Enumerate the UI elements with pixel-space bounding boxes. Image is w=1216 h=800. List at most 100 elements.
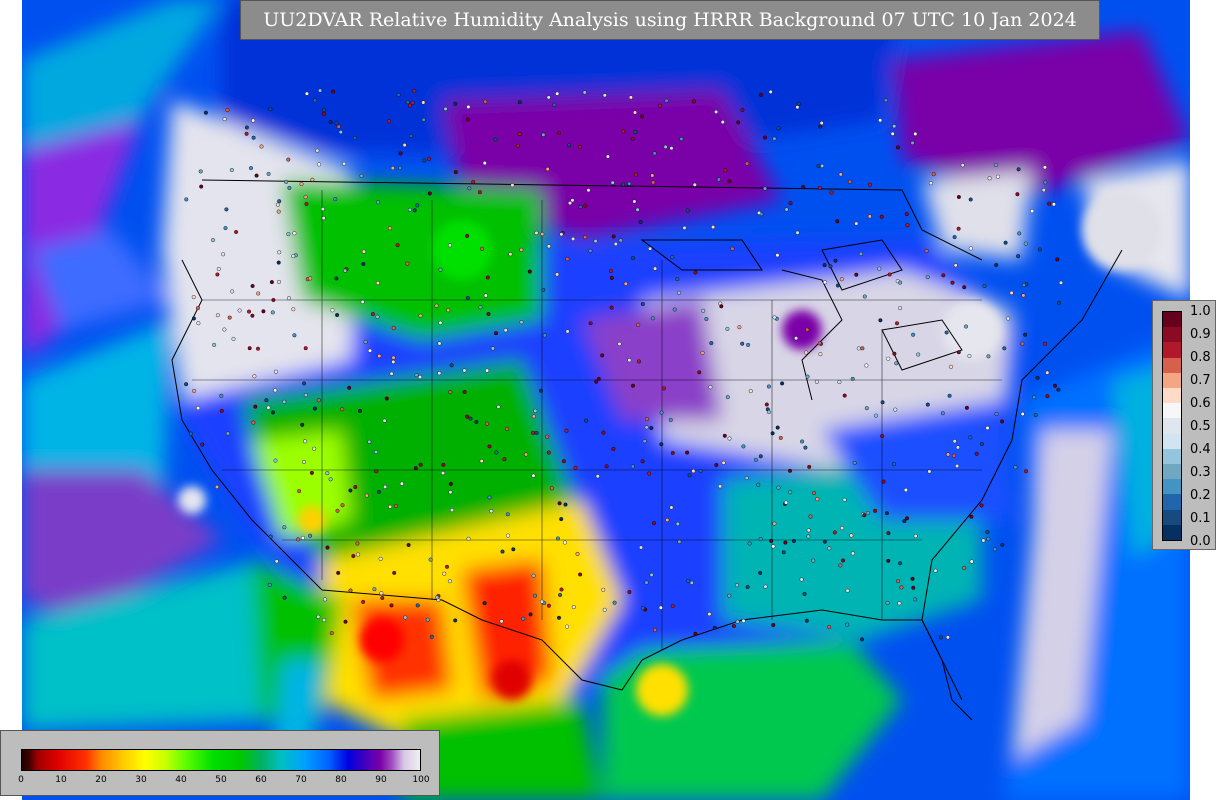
station-dot — [1023, 332, 1028, 337]
station-dot — [568, 201, 573, 206]
station-dot — [549, 486, 554, 491]
station-dot — [812, 491, 817, 496]
station-dot — [985, 530, 990, 535]
station-dot — [858, 251, 863, 256]
station-dot — [986, 537, 991, 542]
station-dot — [835, 219, 840, 224]
analysis-tick-label: 70 — [295, 775, 307, 785]
station-dot — [757, 210, 762, 215]
station-dot — [559, 232, 564, 237]
station-dot — [559, 517, 564, 522]
station-dot — [539, 599, 544, 604]
station-dot — [391, 359, 396, 364]
station-dot — [318, 88, 323, 93]
station-dot — [794, 336, 799, 341]
station-dot — [486, 312, 491, 317]
station-dot — [644, 425, 649, 430]
station-dot — [618, 238, 623, 243]
station-dot — [913, 131, 918, 136]
station-dot — [374, 469, 379, 474]
station-dot — [633, 172, 638, 177]
observation-colorbar-swatch — [1163, 509, 1181, 525]
station-dot — [398, 151, 403, 156]
station-dot — [312, 98, 317, 103]
station-dot — [210, 238, 215, 243]
station-dot — [1030, 209, 1035, 214]
station-dot — [482, 601, 487, 606]
observation-colorbar-swatch — [1163, 479, 1181, 495]
station-dot — [698, 468, 703, 473]
station-dot — [689, 580, 694, 585]
station-dot — [521, 616, 526, 621]
station-dot — [222, 117, 227, 122]
station-dot — [895, 321, 900, 326]
station-dot — [331, 89, 336, 94]
station-dot — [725, 395, 730, 400]
station-dot — [253, 404, 258, 409]
station-dot — [533, 593, 538, 598]
station-dot — [212, 342, 217, 347]
station-dot — [856, 346, 861, 351]
station-dot — [712, 625, 717, 630]
station-dot — [693, 270, 698, 275]
station-dot — [231, 336, 236, 341]
station-dot — [854, 221, 859, 226]
station-dot — [347, 385, 352, 390]
station-dot — [735, 583, 740, 588]
station-dot — [608, 269, 613, 274]
station-dot — [517, 131, 522, 136]
station-dot — [956, 350, 961, 355]
station-dot — [224, 207, 229, 212]
observation-colorbar-swatches — [1162, 311, 1182, 541]
station-dot — [287, 296, 292, 301]
station-dot — [649, 426, 654, 431]
station-dot — [842, 497, 847, 502]
station-dot — [745, 585, 750, 590]
station-dot — [322, 618, 327, 623]
station-dot — [191, 295, 196, 300]
station-dot — [946, 452, 951, 457]
station-dot — [985, 426, 990, 431]
station-dot — [268, 534, 273, 539]
station-dot — [320, 207, 325, 212]
station-dot — [225, 431, 230, 436]
station-dot — [829, 190, 834, 195]
station-dot — [229, 167, 234, 172]
observation-colorbar-swatch — [1163, 448, 1181, 465]
station-dot — [412, 88, 417, 93]
station-dot — [1021, 293, 1026, 298]
station-dot — [546, 95, 551, 100]
station-dot — [632, 199, 637, 204]
station-dot — [623, 281, 628, 286]
station-dot — [499, 619, 504, 624]
station-dot — [718, 484, 723, 489]
station-dot — [784, 207, 789, 212]
station-dot — [884, 511, 889, 516]
station-dot — [546, 603, 551, 608]
station-dot — [658, 103, 663, 108]
station-dot — [899, 585, 904, 590]
observation-tick-label: 0.5 — [1190, 419, 1211, 434]
station-dot — [467, 186, 472, 191]
station-dot — [248, 166, 253, 171]
observation-colorbar-swatch — [1163, 388, 1181, 404]
station-dot — [837, 380, 842, 385]
station-dot — [302, 460, 307, 465]
station-dot — [708, 385, 713, 390]
station-dot — [758, 537, 763, 542]
station-dot — [391, 355, 396, 360]
station-dot — [659, 410, 664, 415]
station-dot — [510, 183, 515, 188]
station-dot — [394, 504, 399, 509]
station-dot — [557, 501, 562, 506]
station-dot — [849, 533, 854, 538]
station-dot — [403, 615, 408, 620]
map-canvas — [22, 0, 1190, 800]
station-dot — [559, 587, 564, 592]
station-dot — [375, 314, 380, 319]
station-dot — [771, 544, 776, 549]
station-dot — [905, 516, 910, 521]
station-dot — [600, 353, 605, 358]
station-dot — [203, 110, 208, 115]
station-dot — [636, 322, 641, 327]
